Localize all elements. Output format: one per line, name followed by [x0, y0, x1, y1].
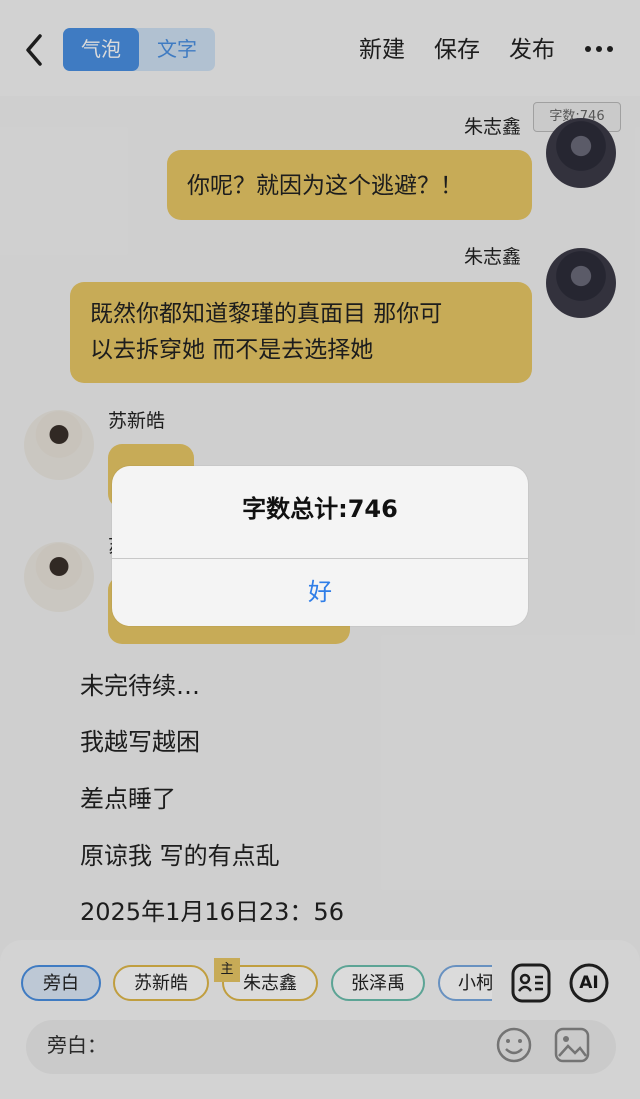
ok-button[interactable]: 好	[112, 559, 528, 626]
dialog-title: 字数总计:746	[242, 495, 398, 523]
alert-dialog: 字数总计:746 好	[112, 466, 528, 626]
